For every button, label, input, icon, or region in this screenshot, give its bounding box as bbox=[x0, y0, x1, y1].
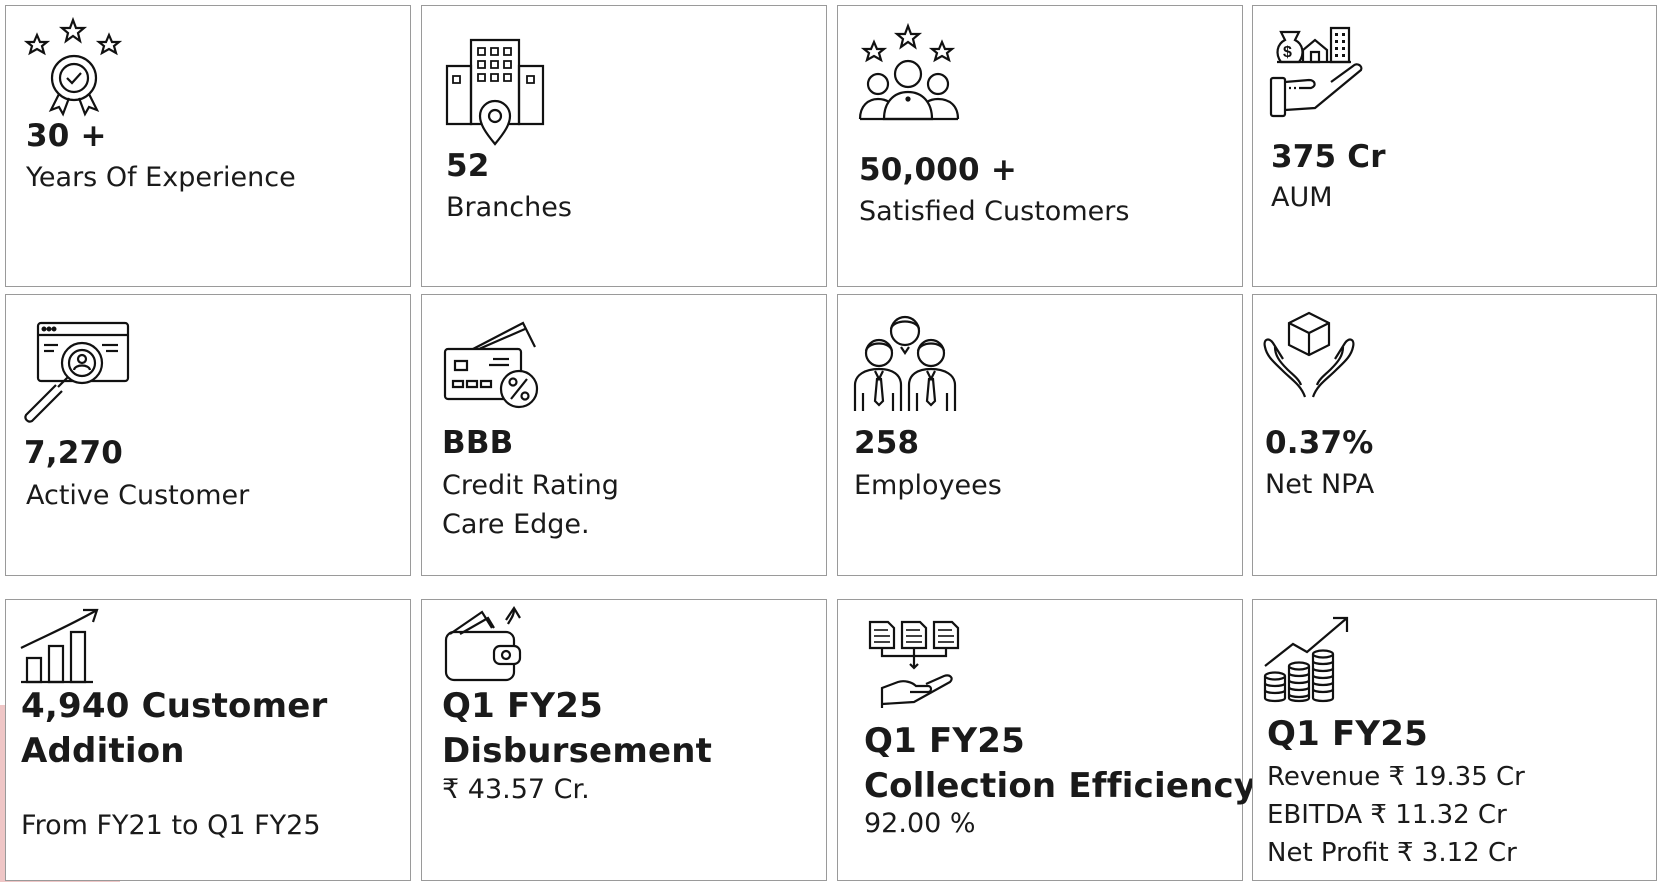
stat-label: AUM bbox=[1271, 182, 1333, 213]
stat-card-aum: $ 375 Cr AUM bbox=[1252, 5, 1657, 287]
stat-line: Revenue ₹ 19.35 Cr bbox=[1267, 762, 1525, 792]
stat-line: EBITDA ₹ 11.32 Cr bbox=[1267, 800, 1507, 830]
stat-label: Credit Rating bbox=[442, 470, 619, 501]
svg-text:$: $ bbox=[1283, 44, 1292, 61]
stat-label: Years Of Experience bbox=[26, 162, 296, 193]
stat-value: Collection Efficiency bbox=[864, 766, 1257, 806]
stat-card-financials: Q1 FY25 Revenue ₹ 19.35 Cr EBITDA ₹ 11.3… bbox=[1252, 599, 1657, 881]
stat-card-collection: Q1 FY25 Collection Efficiency 92.00 % bbox=[837, 599, 1256, 881]
stat-line: Net Profit ₹ 3.12 Cr bbox=[1267, 838, 1517, 868]
stat-card-experience: 30 + Years Of Experience bbox=[5, 5, 411, 287]
stat-value: 50,000 + bbox=[859, 152, 1017, 188]
stat-value: Q1 FY25 bbox=[442, 686, 603, 726]
stat-card-disbursement: Q1 FY25 Disbursement ₹ 43.57 Cr. bbox=[421, 599, 827, 881]
hands-box-icon bbox=[1261, 309, 1357, 399]
stat-card-customer-addition: 4,940 Customer Addition From FY21 to Q1 … bbox=[5, 599, 411, 881]
stat-value: 258 bbox=[854, 425, 920, 461]
stat-label: From FY21 to Q1 FY25 bbox=[21, 810, 321, 841]
stat-card-net-npa: 0.37% Net NPA bbox=[1252, 294, 1657, 576]
stat-label: Satisfied Customers bbox=[859, 196, 1130, 227]
stat-value: 7,270 bbox=[24, 435, 124, 471]
user-search-icon bbox=[22, 321, 132, 423]
credit-card-percent-icon bbox=[443, 319, 543, 409]
growth-chart-icon bbox=[21, 608, 103, 684]
employees-group-icon bbox=[853, 313, 958, 413]
building-location-icon bbox=[445, 36, 545, 146]
stat-value: Disbursement bbox=[442, 731, 713, 771]
stat-card-employees: 258 Employees bbox=[837, 294, 1243, 576]
stat-label: Net NPA bbox=[1265, 469, 1375, 500]
stat-value: 30 + bbox=[26, 118, 107, 154]
money-hand-icon: $ bbox=[1269, 24, 1364, 119]
stat-value: 0.37% bbox=[1265, 425, 1374, 461]
coins-growth-icon bbox=[1263, 614, 1357, 704]
documents-hand-icon bbox=[868, 618, 968, 710]
stat-value: 375 Cr bbox=[1271, 139, 1386, 175]
stat-card-branches: 52 Branches bbox=[421, 5, 827, 287]
stat-label: Employees bbox=[854, 470, 1002, 501]
stat-value: Q1 FY25 bbox=[864, 721, 1025, 761]
stat-card-credit-rating: BBB Credit Rating Care Edge. bbox=[421, 294, 827, 576]
award-stars-icon bbox=[21, 18, 126, 113]
stat-label: Active Customer bbox=[26, 480, 250, 511]
stat-label: Branches bbox=[446, 192, 572, 223]
stat-label: Care Edge. bbox=[442, 509, 590, 540]
stat-card-customers: 50,000 + Satisfied Customers bbox=[837, 5, 1243, 287]
stat-value: Addition bbox=[21, 731, 185, 771]
stat-value: Q1 FY25 bbox=[1267, 714, 1428, 754]
stat-label: ₹ 43.57 Cr. bbox=[442, 774, 590, 805]
stat-value: BBB bbox=[442, 425, 514, 461]
stat-value: 52 bbox=[446, 148, 490, 184]
stat-label: 92.00 % bbox=[864, 808, 976, 839]
wallet-icon bbox=[444, 606, 528, 682]
customers-stars-icon bbox=[858, 24, 960, 119]
stat-card-active-customer: 7,270 Active Customer bbox=[5, 294, 411, 576]
stat-value: 4,940 Customer bbox=[21, 686, 328, 726]
